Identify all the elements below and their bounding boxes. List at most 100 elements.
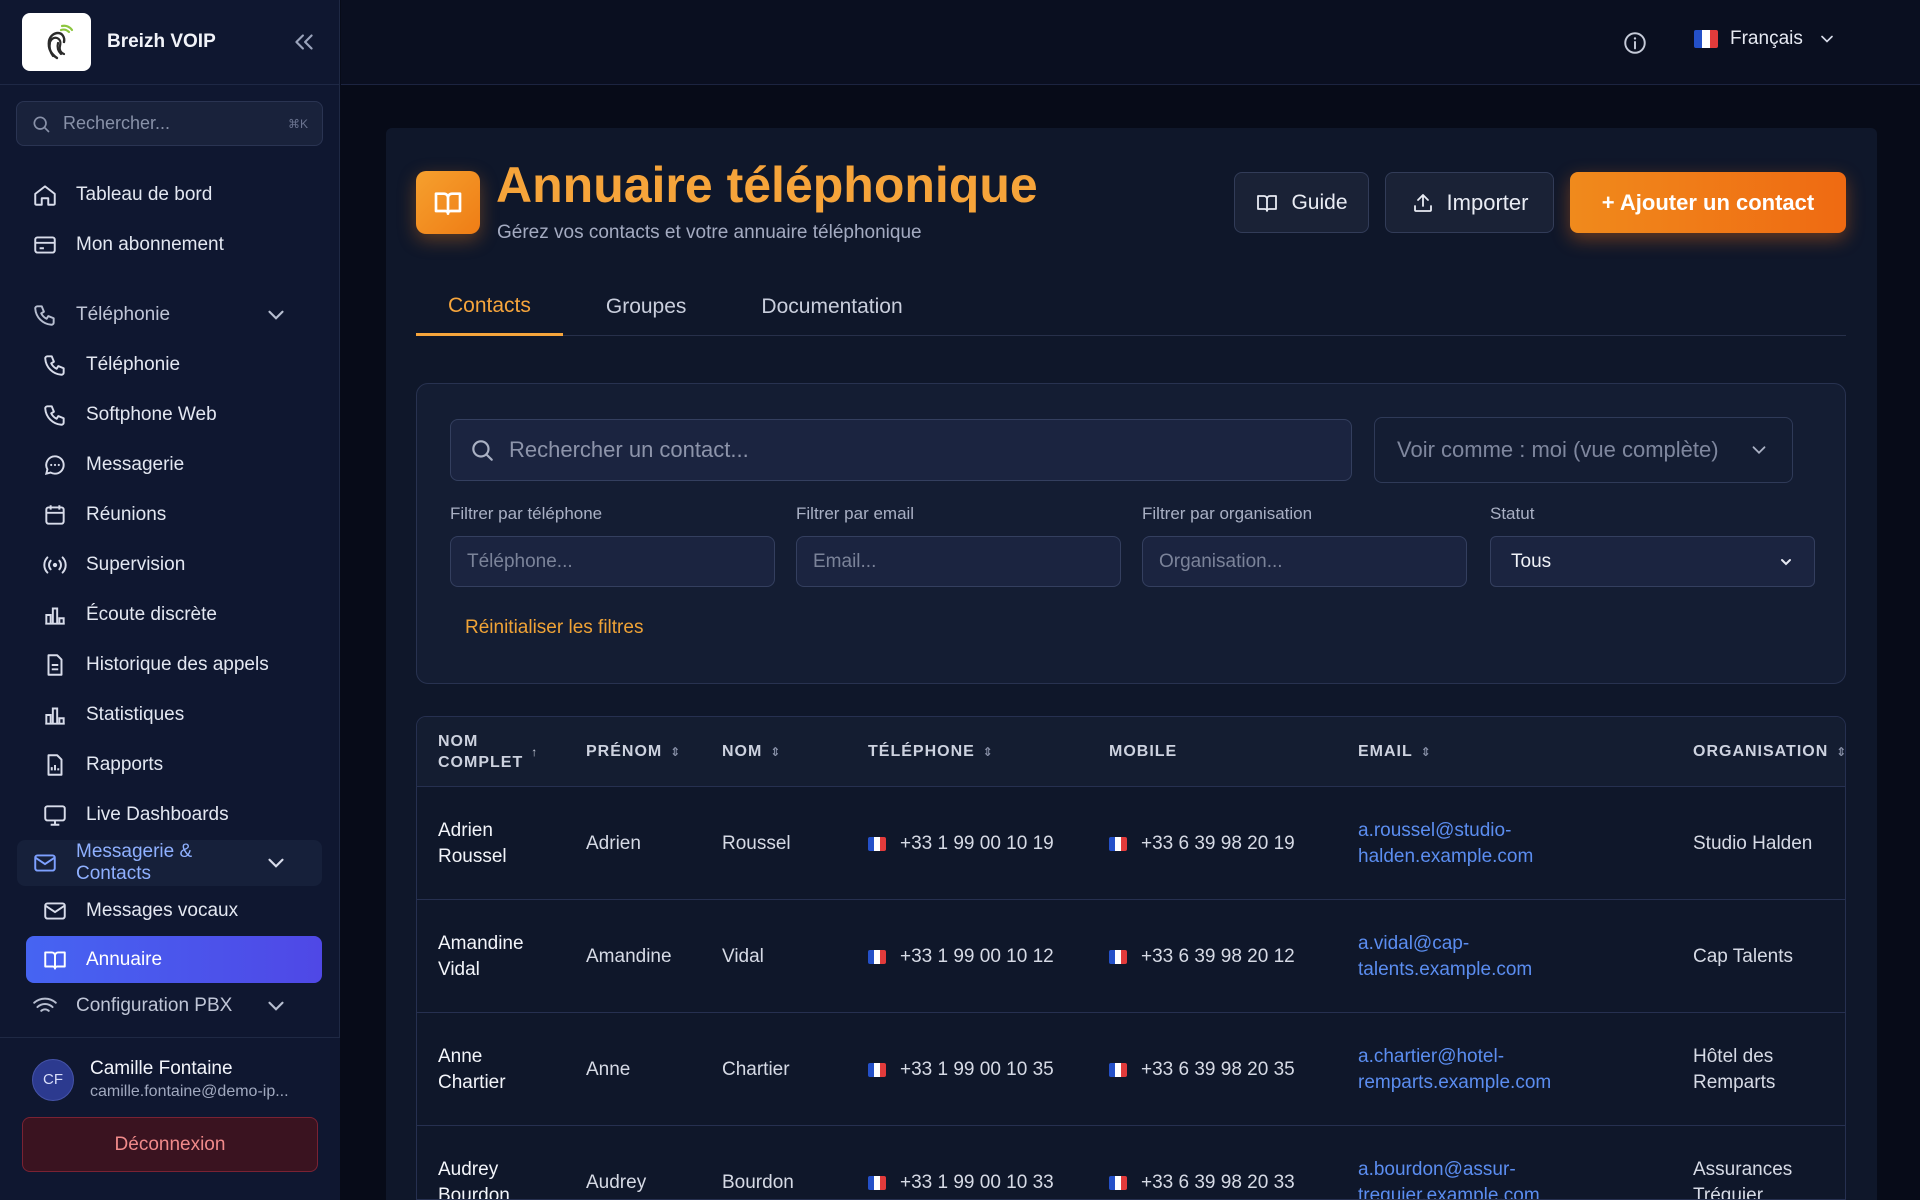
column-header-email[interactable]: EMAIL ⇕ (1358, 717, 1432, 787)
language-label: Français (1730, 28, 1803, 49)
sidebar: Breizh VOIP Rechercher... ⌘K Tableau de … (0, 0, 340, 1200)
view-as-select[interactable]: Voir comme : moi (vue complète) (1374, 417, 1793, 483)
column-header-organisation[interactable]: ORGANISATION ⇕ (1693, 717, 1845, 787)
contact-search-input[interactable]: Rechercher un contact... (450, 419, 1352, 481)
sidebar-item-label: Annuaire (86, 948, 163, 970)
column-header-phone[interactable]: TÉLÉPHONE ⇕ (868, 717, 994, 787)
reset-filters-link[interactable]: Réinitialiser les filtres (465, 617, 643, 639)
sidebar-group-pbx-config[interactable]: Configuration PBX (0, 983, 339, 1029)
mobile-cell[interactable]: +33 6 39 98 20 19 (1109, 787, 1295, 900)
fullname-line: Chartier (438, 1071, 506, 1093)
phone-cell[interactable]: +33 1 99 00 10 12 (868, 900, 1054, 1013)
table-row[interactable]: Amandine Vidal Amandine Vidal +33 1 99 00… (417, 900, 1845, 1013)
sidebar-item-softphone[interactable]: Softphone Web (0, 390, 339, 440)
sidebar-item-subscription[interactable]: Mon abonnement (0, 220, 339, 270)
upload-icon (1413, 193, 1432, 212)
sidebar-item-meetings[interactable]: Réunions (0, 490, 339, 540)
table-row[interactable]: Audrey Bourdon Audrey Bourdon +33 1 99 00… (417, 1126, 1845, 1200)
sidebar-item-supervision[interactable]: Supervision (0, 540, 339, 590)
mobile-value: +33 6 39 98 20 35 (1141, 1058, 1295, 1080)
contacts-table: NOM COMPLET ↑ PRÉNOM ⇕ NOM ⇕ TÉLÉPHONE ⇕ MOB… (416, 716, 1846, 1200)
sidebar-item-call-history[interactable]: Historique des appels (0, 640, 339, 690)
add-contact-button[interactable]: + Ajouter un contact (1570, 172, 1846, 233)
search-icon (33, 116, 50, 132)
tab-groups[interactable]: Groupes (574, 278, 719, 336)
column-header-label: TÉLÉPHONE (868, 743, 975, 760)
sidebar-item-label: Écoute discrète (86, 604, 217, 625)
guide-label: Guide (1291, 190, 1348, 214)
organisation-line: Assurances (1693, 1158, 1793, 1180)
sidebar-item-reports[interactable]: Rapports (0, 740, 339, 790)
phone-filter-input[interactable]: Téléphone... (450, 536, 775, 587)
fullname-line: Bourdon (438, 1184, 510, 1200)
table-row[interactable]: Adrien Roussel Adrien Roussel +33 1 99 00… (417, 787, 1845, 900)
guide-button[interactable]: Guide (1234, 172, 1369, 233)
sort-icon: ⇕ (770, 745, 782, 759)
column-header-firstname[interactable]: PRÉNOM ⇕ (586, 717, 681, 787)
sidebar-item-label: Supervision (86, 554, 186, 575)
email-cell[interactable]: a.vidal@cap-talents.example.com (1358, 900, 1532, 1013)
email-cell[interactable]: a.chartier@hotel-remparts.example.com (1358, 1013, 1551, 1126)
phone-value: +33 1 99 00 10 33 (900, 1171, 1054, 1193)
sidebar-item-label: Téléphonie (76, 304, 171, 325)
tab-documentation[interactable]: Documentation (729, 278, 934, 336)
email-cell[interactable]: a.roussel@studio-halden.example.com (1358, 787, 1533, 900)
top-bar: Français (341, 0, 1920, 85)
column-header-lastname[interactable]: NOM ⇕ (722, 717, 781, 787)
column-header-fullname[interactable]: NOM COMPLET ↑ (438, 717, 538, 787)
book-icon (434, 191, 462, 215)
phone-cell[interactable]: +33 1 99 00 10 35 (868, 1013, 1054, 1126)
french-flag-icon (1109, 949, 1127, 964)
french-flag-icon (1109, 836, 1127, 851)
fullname-line: Audrey (438, 1158, 499, 1180)
user-panel: CF Camille Fontaine camille.fontaine@dem… (0, 1037, 340, 1200)
phone-cell[interactable]: +33 1 99 00 10 33 (868, 1126, 1054, 1199)
email-filter-input[interactable]: Email... (796, 536, 1121, 587)
mobile-cell[interactable]: +33 6 39 98 20 12 (1109, 900, 1295, 1013)
import-button[interactable]: Importer (1385, 172, 1554, 233)
french-flag-icon (868, 836, 886, 851)
sidebar-item-messaging[interactable]: Messagerie (0, 440, 339, 490)
brand-logo[interactable] (22, 13, 91, 71)
table-row[interactable]: Anne Chartier Anne Chartier +33 1 99 00 1… (417, 1013, 1845, 1126)
sidebar-item-telephony[interactable]: Téléphonie (0, 340, 339, 390)
sidebar-item-voicemail[interactable]: Messages vocaux (0, 886, 339, 936)
status-select[interactable]: Tous (1490, 536, 1815, 587)
phone-value: +33 1 99 00 10 12 (900, 945, 1054, 967)
email-filter-label: Filtrer par email (796, 504, 915, 523)
sidebar-nav: Tableau de bord Mon abonnement Téléphoni… (0, 170, 339, 1029)
sidebar-group-messaging-contacts[interactable]: Messagerie & Contacts (17, 840, 322, 886)
phone-cell[interactable]: +33 1 99 00 10 19 (868, 787, 1054, 900)
phone-value: +33 1 99 00 10 35 (900, 1058, 1054, 1080)
collapse-sidebar-icon[interactable] (291, 29, 317, 55)
language-selector[interactable]: Français (1694, 28, 1837, 50)
sort-icon: ⇕ (670, 745, 682, 759)
sidebar-item-statistics[interactable]: Statistiques (0, 690, 339, 740)
sidebar-item-dashboard[interactable]: Tableau de bord (0, 170, 339, 220)
sidebar-item-live-dashboards[interactable]: Live Dashboards (0, 790, 339, 840)
fullname-line: Anne (438, 1045, 483, 1067)
fullname-cell: Adrien Roussel (438, 787, 507, 900)
logout-button[interactable]: Déconnexion (22, 1117, 318, 1172)
main-panel: Annuaire téléphonique Gérez vos contacts… (386, 128, 1877, 1200)
tab-contacts[interactable]: Contacts (416, 278, 563, 336)
email-line: a.vidal@cap- (1358, 932, 1470, 954)
import-label: Importer (1446, 189, 1529, 215)
fullname-cell: Audrey Bourdon (438, 1126, 510, 1200)
home-icon (34, 185, 56, 206)
sidebar-search-input[interactable]: Rechercher... ⌘K (16, 101, 323, 146)
mobile-cell[interactable]: +33 6 39 98 20 35 (1109, 1013, 1295, 1126)
sidebar-item-directory[interactable]: Annuaire (26, 936, 322, 983)
chevron-down-icon (268, 858, 284, 868)
sidebar-item-label: Mon abonnement (76, 234, 224, 255)
org-filter-input[interactable]: Organisation... (1142, 536, 1467, 587)
mobile-value: +33 6 39 98 20 33 (1141, 1171, 1295, 1193)
sidebar-item-listen[interactable]: Écoute discrète (0, 590, 339, 640)
email-cell[interactable]: a.bourdon@assur-treguier.example.com (1358, 1126, 1540, 1200)
info-icon[interactable] (1622, 30, 1648, 56)
sidebar-group-telephony[interactable]: Téléphonie (0, 290, 339, 340)
sidebar-item-label: Live Dashboards (86, 804, 229, 825)
sidebar-item-label: Messagerie & Contacts (76, 841, 193, 884)
user-profile[interactable]: CF Camille Fontaine camille.fontaine@dem… (0, 1038, 340, 1101)
mobile-cell[interactable]: +33 6 39 98 20 33 (1109, 1126, 1295, 1199)
